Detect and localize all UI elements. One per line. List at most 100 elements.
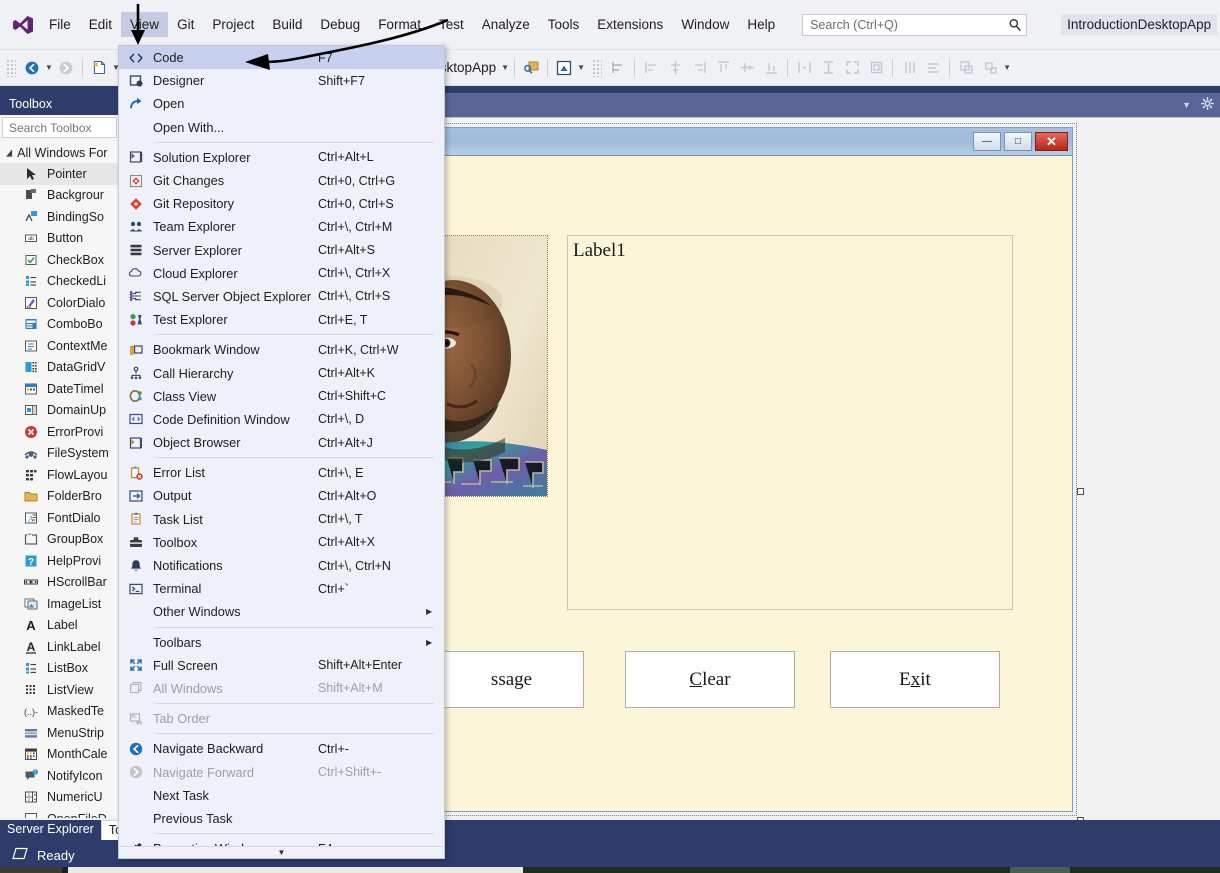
menu-extensions[interactable]: Extensions xyxy=(588,12,672,37)
view-menu-item-bookmark-window[interactable]: Bookmark Window Ctrl+K, Ctrl+W xyxy=(119,338,444,361)
form-close-button[interactable]: ✕ xyxy=(1035,132,1068,151)
view-menu-item-sql-server-object-explorer[interactable]: SQL Server Object Explorer Ctrl+\, Ctrl+S xyxy=(119,285,444,308)
toolbox-item-backgrour[interactable]: Backgrour xyxy=(0,185,119,207)
resize-handle-bottom-right[interactable] xyxy=(1077,817,1084,820)
align-tops-icon[interactable] xyxy=(711,56,735,80)
menu-format[interactable]: Format xyxy=(369,12,430,37)
toolbox-item-monthcale[interactable]: MonthCale xyxy=(0,744,119,766)
view-menu-item-notifications[interactable]: Notifications Ctrl+\, Ctrl+N xyxy=(119,554,444,577)
menu-analyze[interactable]: Analyze xyxy=(473,12,539,37)
toolbox-item-numericu[interactable]: 1 2 NumericU xyxy=(0,787,119,809)
menu-test[interactable]: Test xyxy=(430,12,473,37)
view-menu-item-full-screen[interactable]: Full Screen Shift+Alt+Enter xyxy=(119,654,444,677)
navigate-backward-dropdown-icon[interactable]: ▼ xyxy=(44,63,54,72)
make-same-size-icon[interactable] xyxy=(840,56,864,80)
toolbox-item-maskedte[interactable]: (..)- MaskedTe xyxy=(0,701,119,723)
toolbox-item-colordialo[interactable]: ColorDialo xyxy=(0,292,119,314)
view-menu-item-git-changes[interactable]: Git Changes Ctrl+0, Ctrl+G xyxy=(119,169,444,192)
toolbar-grip-handle[interactable] xyxy=(6,58,16,77)
toolbox-item-domainup[interactable]: DomainUp xyxy=(0,400,119,422)
menu-debug[interactable]: Debug xyxy=(311,12,369,37)
form-minimize-button[interactable]: — xyxy=(973,132,1001,151)
toolbox-item-checkbox[interactable]: CheckBox xyxy=(0,249,119,271)
new-project-button[interactable] xyxy=(87,56,111,80)
menu-project[interactable]: Project xyxy=(203,12,263,37)
view-menu-item-code[interactable]: Code F7 xyxy=(119,46,444,70)
preview-dropdown-icon[interactable]: ▼ xyxy=(576,63,586,72)
menu-scroll-down-icon[interactable]: ▼ xyxy=(119,846,444,858)
view-menu-item-output[interactable]: Output Ctrl+Alt+O xyxy=(119,484,444,507)
horizontal-spacing-icon[interactable] xyxy=(897,56,921,80)
align-left-edges-icon[interactable] xyxy=(639,56,663,80)
view-menu-item-git-repository[interactable]: Git Repository Ctrl+0, Ctrl+S xyxy=(119,192,444,215)
view-menu-item-code-definition-window[interactable]: Code Definition Window Ctrl+\, D xyxy=(119,408,444,431)
start-debug-dropdown-icon[interactable]: ▼ xyxy=(500,63,510,72)
view-menu-item-server-explorer[interactable]: Server Explorer Ctrl+Alt+S xyxy=(119,239,444,262)
view-menu-item-error-list[interactable]: Error List Ctrl+\, E xyxy=(119,461,444,484)
view-menu-item-open[interactable]: Open xyxy=(119,92,444,115)
toolbox-item-menustrip[interactable]: MenuStrip xyxy=(0,722,119,744)
view-menu-item-previous-task[interactable]: Previous Task xyxy=(119,807,444,830)
toolbox-item-helpprovi[interactable]: ? HelpProvi xyxy=(0,550,119,572)
toolbox-item-linklabel[interactable]: A LinkLabel xyxy=(0,636,119,658)
view-menu-item-terminal[interactable]: Terminal Ctrl+` xyxy=(119,577,444,600)
preview-form-icon[interactable] xyxy=(552,56,576,80)
menu-file[interactable]: File xyxy=(40,12,80,37)
toolbox-item-listview[interactable]: ListView xyxy=(0,679,119,701)
toolbox-item-pointer[interactable]: Pointer xyxy=(0,163,119,185)
search-input[interactable]: Search (Ctrl+Q) xyxy=(802,13,1028,36)
view-menu-item-class-view[interactable]: Class View Ctrl+Shift+C xyxy=(119,385,444,408)
send-to-back-icon[interactable] xyxy=(978,56,1002,80)
menu-help[interactable]: Help xyxy=(738,12,784,37)
menu-tools[interactable]: Tools xyxy=(539,12,589,37)
dock-tab-server-explorer[interactable]: Server Explorer xyxy=(0,820,101,840)
picture-box[interactable] xyxy=(438,235,548,497)
toolbox-search-input[interactable]: Search Toolbox xyxy=(2,117,117,138)
hot-reload-icon[interactable] xyxy=(519,56,543,80)
view-menu-item-toolbars[interactable]: Toolbars ▶ xyxy=(119,631,444,654)
view-menu-dropdown[interactable]: Code F7 Designer Shift+F7 Open Open With... So… xyxy=(118,45,445,859)
view-menu-item-open-with-[interactable]: Open With... xyxy=(119,116,444,139)
form-button-message[interactable]: ssage xyxy=(439,651,584,708)
toolbox-item-bindingso[interactable]: BindingSo xyxy=(0,206,119,228)
toolbox-item-notifyicon[interactable]: ! NotifyIcon xyxy=(0,765,119,787)
align-bottoms-icon[interactable] xyxy=(759,56,783,80)
bring-to-front-icon[interactable] xyxy=(954,56,978,80)
form-button-clear[interactable]: Clear xyxy=(625,651,795,708)
view-menu-item-other-windows[interactable]: Other Windows ▶ xyxy=(119,600,444,623)
view-menu-item-cloud-explorer[interactable]: Cloud Explorer Ctrl+\, Ctrl+X xyxy=(119,262,444,285)
toolbox-item-button[interactable]: ab Button xyxy=(0,228,119,250)
toolbox-item-groupbox[interactable]: GroupBox xyxy=(0,529,119,551)
toolbox-group-all-windows-forms[interactable]: ◢ All Windows For xyxy=(0,142,119,163)
align-centers-icon[interactable] xyxy=(663,56,687,80)
vertical-spacing-icon[interactable] xyxy=(921,56,945,80)
toolbox-item-folderbro[interactable]: FolderBro xyxy=(0,486,119,508)
toolbox-item-imagelist[interactable]: ImageList xyxy=(0,593,119,615)
view-menu-item-team-explorer[interactable]: Team Explorer Ctrl+\, Ctrl+M xyxy=(119,215,444,238)
menu-build[interactable]: Build xyxy=(263,12,311,37)
toolbar-overflow-icon[interactable]: ▼ xyxy=(1002,63,1012,72)
make-same-height-icon[interactable] xyxy=(816,56,840,80)
menu-edit[interactable]: Edit xyxy=(80,12,121,37)
view-menu-item-call-hierarchy[interactable]: Call Hierarchy Ctrl+Alt+K xyxy=(119,361,444,384)
view-menu-item-solution-explorer[interactable]: Solution Explorer Ctrl+Alt+L xyxy=(119,146,444,169)
resize-handle-bottom[interactable] xyxy=(628,819,672,820)
toolbox-item-listbox[interactable]: ListBox xyxy=(0,658,119,680)
toolbox-item-hscrollbar[interactable]: HScrollBar xyxy=(0,572,119,594)
form-button-exit[interactable]: Exit xyxy=(830,651,1000,708)
navigate-backward-button[interactable] xyxy=(20,56,44,80)
toolbox-item-label[interactable]: A Label xyxy=(0,615,119,637)
menu-git[interactable]: Git xyxy=(168,12,203,37)
toolbox-item-datetimel[interactable]: DateTimel xyxy=(0,378,119,400)
toolbox-item-combobo[interactable]: ComboBo xyxy=(0,314,119,336)
form-maximize-button[interactable]: □ xyxy=(1004,132,1032,151)
view-menu-item-task-list[interactable]: Task List Ctrl+\, T xyxy=(119,508,444,531)
form-label1[interactable]: Label1 xyxy=(567,235,1013,610)
menu-window[interactable]: Window xyxy=(672,12,738,37)
align-rights-icon[interactable] xyxy=(687,56,711,80)
align-middles-icon[interactable] xyxy=(735,56,759,80)
toolbox-item-filesystem[interactable]: FileSystem xyxy=(0,443,119,465)
gear-icon[interactable] xyxy=(1201,97,1214,113)
menu-view[interactable]: View xyxy=(121,12,169,37)
toolbox-item-flowlayou[interactable]: FlowLayou xyxy=(0,464,119,486)
